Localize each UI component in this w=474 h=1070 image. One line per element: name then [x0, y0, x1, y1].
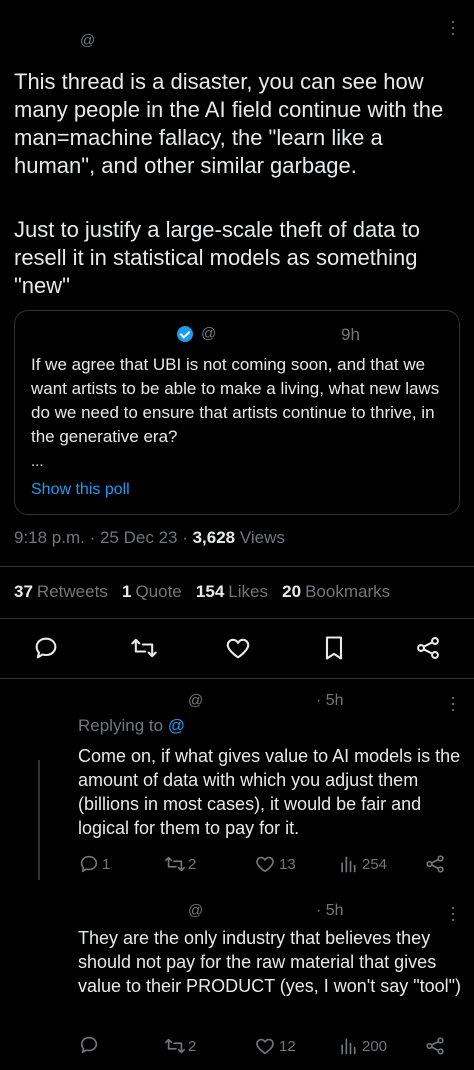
tweet-text-paragraph-1: This thread is a disaster, you can see h…	[14, 69, 444, 178]
likes-count: 154	[195, 582, 225, 601]
reply-author-handle[interactable]: @	[188, 902, 203, 919]
views-label: Views	[235, 528, 285, 547]
like-icon	[226, 638, 250, 659]
views-icon	[341, 1038, 356, 1055]
quote-label: Quote	[135, 582, 182, 601]
tweet-text-paragraph-2: Just to justify a large-scale theft of d…	[14, 217, 420, 298]
retweets-label: Retweets	[36, 582, 108, 601]
replying-to-handle[interactable]: @	[168, 716, 185, 735]
likes-label: Likes	[228, 582, 268, 601]
divider	[0, 678, 474, 679]
bookmarks-stat[interactable]: 20 Bookmarks	[282, 582, 390, 601]
retweet-icon	[165, 856, 185, 872]
share-icon	[426, 1037, 444, 1055]
quotes-stat[interactable]: 1 Quote	[122, 582, 182, 601]
share-button[interactable]	[424, 1035, 446, 1057]
verified-icon	[177, 325, 193, 343]
quoted-time: 9h	[341, 325, 360, 344]
more-icon[interactable]: · · ·	[450, 688, 456, 718]
like-button[interactable]: 12	[254, 1034, 296, 1058]
retweet-count: 2	[188, 855, 197, 873]
views-button[interactable]: 254	[338, 852, 387, 876]
share-button[interactable]	[424, 853, 446, 875]
retweet-icon	[165, 1038, 185, 1054]
quoted-author-handle: @	[201, 325, 217, 342]
like-count: 13	[279, 855, 296, 873]
divider	[0, 566, 474, 567]
retweet-button[interactable]	[130, 634, 160, 664]
bookmarks-label: Bookmarks	[305, 582, 391, 601]
share-icon	[426, 855, 444, 873]
like-count: 12	[279, 1037, 296, 1055]
replying-to: Replying to @	[78, 716, 185, 736]
tweet-timestamp: 9:18 p.m. · 25 Dec 23 ·	[14, 528, 193, 547]
bookmark-button[interactable]	[320, 634, 350, 664]
quoted-ellipsis: ...	[31, 453, 44, 470]
show-poll-link[interactable]: Show this poll	[31, 481, 130, 499]
like-icon	[256, 856, 274, 873]
reply-time: · 5h	[316, 902, 344, 919]
reply-author-handle[interactable]: @	[188, 692, 203, 709]
retweets-stat[interactable]: 37 Retweets	[14, 582, 108, 601]
bookmark-icon	[325, 636, 343, 660]
retweet-button[interactable]: 2	[164, 852, 196, 876]
reply-button[interactable]	[78, 1034, 100, 1056]
views-count: 3,628	[192, 528, 236, 547]
view-count: 200	[362, 1037, 388, 1055]
like-icon	[256, 1038, 274, 1055]
view-count: 254	[362, 855, 388, 873]
retweets-count: 37	[14, 582, 33, 601]
retweet-button[interactable]: 2	[164, 1034, 196, 1058]
like-button[interactable]: 13	[254, 852, 296, 876]
like-button[interactable]	[224, 634, 254, 664]
divider	[0, 618, 474, 619]
reply-icon	[35, 637, 57, 659]
reply-button[interactable]: 1	[78, 852, 110, 876]
bookmarks-count: 20	[282, 582, 302, 601]
views-button[interactable]: 200	[338, 1034, 387, 1058]
quoted-tweet-card[interactable]: @ 9h If we agree that UBI is not coming …	[14, 310, 460, 515]
reply-count: 1	[102, 855, 111, 873]
replying-to-label: Replying to	[78, 716, 164, 735]
reply-icon	[80, 855, 98, 873]
share-button[interactable]	[414, 634, 444, 664]
author-handle[interactable]: @	[80, 32, 95, 49]
share-icon	[417, 637, 439, 659]
thread-line	[38, 760, 40, 880]
reply-time: · 5h	[316, 692, 344, 709]
likes-stat[interactable]: 154 Likes	[196, 582, 268, 601]
more-icon[interactable]: · · ·	[450, 898, 456, 928]
reply-text: They are the only industry that believes…	[78, 928, 462, 996]
retweet-icon	[131, 638, 157, 658]
reply-button[interactable]	[32, 634, 62, 664]
quoted-tweet-text: If we agree that UBI is not coming soon,…	[31, 355, 440, 446]
retweet-count: 2	[188, 1037, 197, 1055]
reply-text: Come on, if what gives value to AI model…	[78, 746, 461, 838]
tweet-stats: 37 Retweets 1 Quote 154 Likes 20 Bookmarks	[14, 582, 390, 602]
views-icon	[341, 856, 356, 873]
quote-count: 1	[121, 582, 132, 601]
more-icon[interactable]: · · ·	[450, 12, 456, 42]
reply-icon	[80, 1036, 98, 1054]
tweet-timestamp-line: 9:18 p.m. · 25 Dec 23 · 3,628 Views	[14, 528, 285, 548]
